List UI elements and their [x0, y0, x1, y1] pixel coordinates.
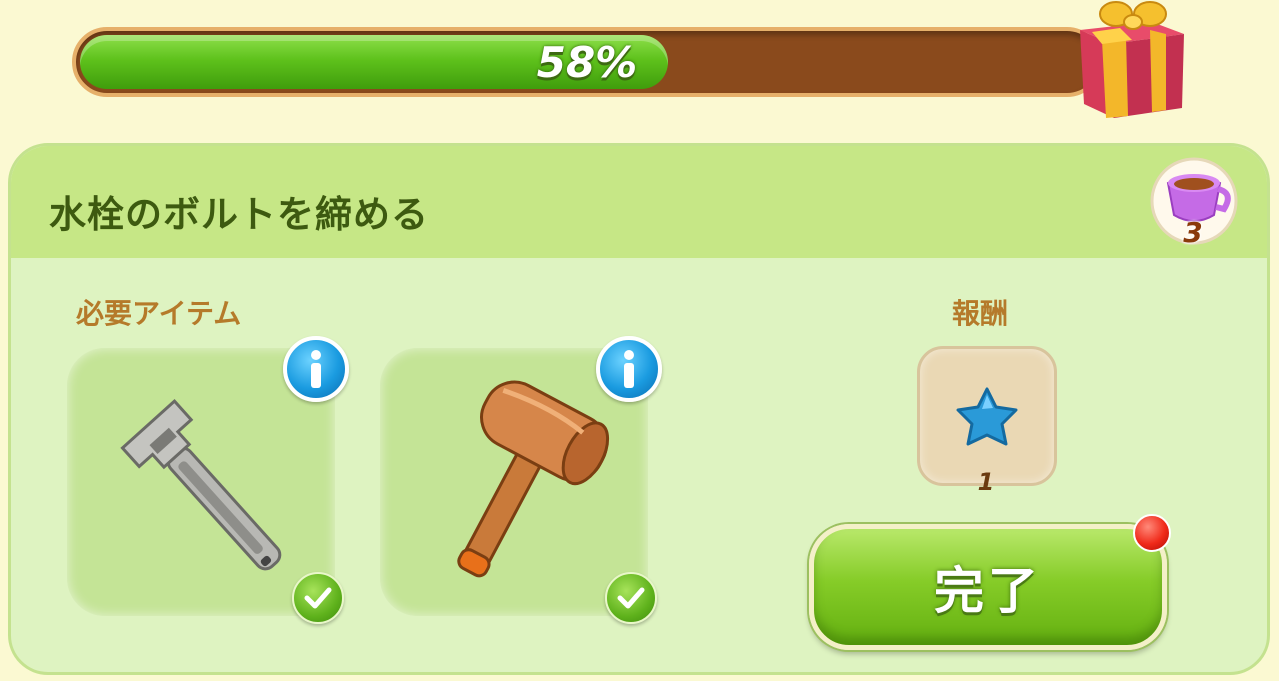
mallet-info-button[interactable]: [596, 336, 662, 402]
task-title: 水栓のボルトを締める: [49, 193, 429, 236]
reward-count: 1: [977, 468, 995, 496]
mallet-icon: [457, 380, 610, 578]
complete-button[interactable]: 完了: [809, 524, 1167, 650]
blue-star-icon: [956, 387, 1018, 446]
reward-slot: [917, 346, 1057, 486]
wrench-info-button[interactable]: [283, 336, 349, 402]
complete-button-label: 完了: [934, 562, 1042, 620]
gift-box-icon[interactable]: [1072, 0, 1197, 125]
progress-percent: 58%: [536, 37, 638, 87]
required-items-label: 必要アイテム: [76, 297, 242, 330]
wrench-check-icon: [292, 572, 344, 624]
mallet-check-icon: [605, 572, 657, 624]
notification-dot: [1133, 514, 1171, 552]
task-panel: 水栓のボルトを締める 3 必要アイテム 報酬 1 完了: [8, 143, 1270, 675]
cup-count: 3: [1183, 216, 1203, 249]
wrench-icon: [120, 399, 282, 571]
info-icon: [311, 350, 321, 388]
info-icon: [624, 350, 634, 388]
progress-bar: 58%: [72, 27, 1102, 97]
reward-label: 報酬: [952, 297, 1009, 330]
game-screen: 58% 水栓のボルトを締める 3 必要アイテム 報酬 1 完了: [0, 0, 1279, 681]
